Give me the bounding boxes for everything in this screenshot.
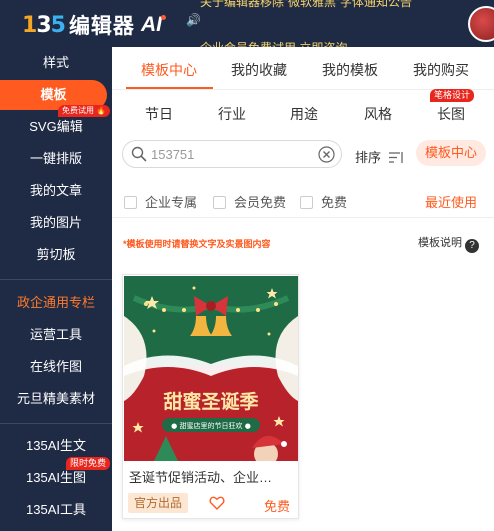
tab-long-image[interactable]: 长图 — [437, 104, 465, 124]
tab-style[interactable]: 风格 — [364, 104, 392, 124]
sidebar-divider — [0, 423, 112, 424]
help-icon: ? — [465, 239, 479, 253]
speaker-icon: 🔊 — [186, 13, 201, 27]
logo-135: 135 — [22, 12, 66, 38]
sidebar-item-new-year-assets[interactable]: 元旦精美素材 — [0, 386, 112, 412]
recently-used-link[interactable]: 最近使用 — [425, 192, 477, 211]
template-help-link[interactable]: 模板说明? — [418, 234, 479, 253]
search-icon[interactable] — [131, 146, 147, 162]
sidebar-item-one-click-layout[interactable]: 一键排版 — [0, 146, 112, 172]
thumb-title: 甜蜜圣诞季 — [163, 390, 258, 413]
logo-text: 编辑器 — [68, 15, 135, 38]
tab-template-center[interactable]: 模板中心 — [141, 60, 197, 80]
top-header: 135 编辑器 AI 🔊 关于编辑器移除“微软雅黑”字体通知公告 企业会员免费试… — [0, 0, 494, 47]
enterprise-checkbox[interactable] — [124, 196, 137, 209]
main-panel: 模板中心 我的收藏 我的模板 我的购买 节日 行业 用途 风格 长图 笔格设计 … — [112, 47, 494, 531]
sidebar-item-ai-text[interactable]: 135AI生文 — [0, 433, 112, 459]
search-box — [122, 140, 342, 168]
filter-member-free[interactable]: 会员免费 — [213, 192, 286, 211]
announcement-bottom[interactable]: 企业会员免费试用 立即咨询 — [200, 39, 347, 47]
limited-free-badge: 限时免费 — [66, 457, 111, 470]
thumb-subtitle: ● 甜蜜店里的节日狂欢 ● — [171, 421, 251, 430]
usage-notice: *模板使用时请替换文字及实景图内容 — [123, 239, 271, 249]
template-center-button[interactable]: 模板中心 — [416, 140, 486, 166]
sort-icon — [388, 152, 403, 163]
sort-label: 排序 — [355, 150, 382, 165]
price-label: 免费 — [264, 499, 291, 514]
sidebar-item-ops-tools[interactable]: 运营工具 — [0, 322, 112, 348]
free-trial-badge: 免费试用 🔥 — [58, 105, 111, 117]
sidebar-item-government-column[interactable]: 政企通用专栏 — [0, 290, 112, 316]
filter-enterprise[interactable]: 企业专属 — [124, 192, 197, 211]
sidebar-item-clipboard[interactable]: 剪切板 — [0, 242, 112, 268]
sidebar-divider — [0, 279, 112, 280]
tab-industry[interactable]: 行业 — [218, 104, 246, 124]
template-thumbnail: 甜蜜圣诞季 ● 甜蜜店里的节日狂欢 ● — [124, 276, 298, 461]
tab-festival[interactable]: 节日 — [145, 104, 173, 124]
official-tag: 官方出品 — [128, 493, 189, 513]
sidebar: 样式 模板 SVG编辑 一键排版 我的文章 我的图片 剪切板 政企通用专栏 运营… — [0, 47, 112, 531]
sidebar-item-online-drawing[interactable]: 在线作图 — [0, 354, 112, 380]
tab-my-favorites[interactable]: 我的收藏 — [231, 60, 287, 80]
template-card[interactable]: 甜蜜圣诞季 ● 甜蜜店里的节日狂欢 ● 圣诞节促销活动、企业… 官方出品 免费 — [122, 274, 299, 519]
logo-ai: AI — [141, 13, 166, 37]
clear-icon[interactable] — [318, 146, 335, 163]
template-title[interactable]: 圣诞节促销活动、企业… — [129, 467, 294, 486]
tab-usage[interactable]: 用途 — [290, 104, 318, 124]
filter-bar: 企业专属 会员免费 免费 最近使用 — [112, 186, 494, 218]
sidebar-item-svg-editor[interactable]: SVG编辑 — [0, 114, 112, 140]
heart-icon[interactable] — [209, 495, 225, 511]
tab-my-purchases[interactable]: 我的购买 — [413, 60, 469, 80]
search-input[interactable] — [151, 145, 311, 163]
user-avatar[interactable] — [468, 6, 494, 42]
announcement-top[interactable]: 关于编辑器移除“微软雅黑”字体通知公告 — [200, 0, 412, 10]
app-logo[interactable]: 135 编辑器 AI — [22, 10, 166, 40]
sort-button[interactable]: 排序 — [355, 147, 404, 166]
sidebar-item-ai-tools[interactable]: 135AI工具 — [0, 497, 112, 523]
sidebar-item-styles[interactable]: 样式 — [0, 50, 112, 76]
sidebar-item-my-images[interactable]: 我的图片 — [0, 210, 112, 236]
member-free-checkbox[interactable] — [213, 196, 226, 209]
design-badge: 笔格设计 — [430, 89, 475, 102]
filter-free[interactable]: 免费 — [300, 192, 347, 211]
sidebar-item-my-articles[interactable]: 我的文章 — [0, 178, 112, 204]
primary-tabs: 模板中心 我的收藏 我的模板 我的购买 — [112, 47, 494, 90]
tab-my-templates[interactable]: 我的模板 — [322, 60, 378, 80]
active-tab-indicator — [126, 87, 213, 89]
free-checkbox[interactable] — [300, 196, 313, 209]
